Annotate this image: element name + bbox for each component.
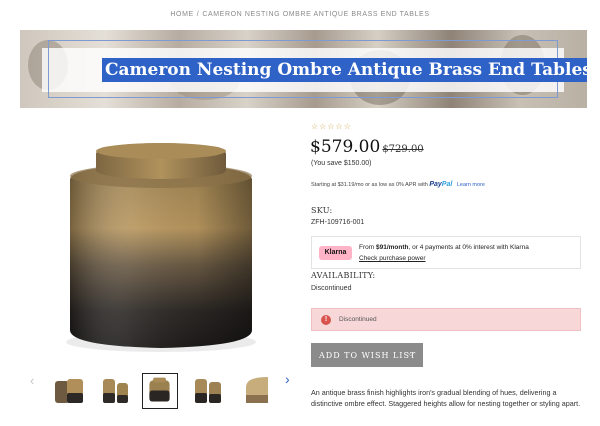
paypal-logo: PayPal: [429, 181, 453, 188]
product-thumbnail-selected[interactable]: [142, 373, 178, 409]
product-thumbnail[interactable]: [97, 373, 133, 409]
product-thumbnail[interactable]: [238, 373, 274, 409]
hero-banner: Cameron Nesting Ombre Antique Brass End …: [20, 30, 587, 108]
product-price: $579.00 $729.00: [310, 137, 424, 157]
learn-more-link[interactable]: Learn more: [457, 182, 485, 188]
breadcrumb-current: CAMERON NESTING OMBRE ANTIQUE BRASS END …: [202, 11, 430, 18]
klarna-promo: Klarna From $91/month, or 4 payments at …: [311, 236, 581, 269]
sku-value: ZFH-109716-001: [311, 219, 365, 226]
check-purchase-power-link[interactable]: Check purchase power: [359, 255, 425, 262]
chevron-down-icon: ⌵: [407, 349, 415, 358]
product-description: An antique brass finish highlights iron'…: [311, 388, 581, 408]
discontinued-alert: ! Discontinued: [311, 308, 581, 331]
gallery-prev-button[interactable]: ‹: [30, 373, 34, 388]
breadcrumb-home-link[interactable]: HOME: [170, 11, 193, 18]
product-thumbnail[interactable]: [190, 373, 226, 409]
savings-text: (You save $150.00): [311, 160, 372, 167]
gallery-next-button[interactable]: ›: [285, 371, 290, 387]
thumbnail-image: [149, 377, 170, 402]
current-price: $579.00: [310, 137, 381, 157]
availability-value: Discontinued: [311, 285, 352, 292]
product-main-image[interactable]: [40, 118, 282, 368]
availability-label: AVAILABILITY:: [311, 271, 376, 280]
sku-label: SKU:: [311, 206, 333, 215]
alert-text: Discontinued: [339, 316, 377, 323]
financing-text: Starting at $31.19/mo or as low as 0% AP…: [311, 182, 428, 188]
breadcrumb-separator: /: [196, 11, 200, 18]
wishlist-label: ADD TO WISH LIST: [319, 350, 417, 360]
financing-info: Starting at $31.19/mo or as low as 0% AP…: [311, 181, 485, 188]
page-title: Cameron Nesting Ombre Antique Brass End …: [102, 58, 587, 82]
breadcrumb: HOME / CAMERON NESTING OMBRE ANTIQUE BRASS…: [0, 11, 600, 18]
alert-icon: !: [321, 315, 331, 325]
original-price: $729.00: [382, 144, 424, 155]
klarna-logo: Klarna: [319, 246, 352, 260]
klarna-message: From $91/month, or 4 payments at 0% inte…: [359, 244, 529, 251]
add-to-wishlist-button[interactable]: ADD TO WISH LIST ⌵: [311, 343, 423, 367]
product-thumbnail[interactable]: [51, 373, 87, 409]
rating-stars[interactable]: ☆☆☆☆☆: [311, 122, 352, 131]
